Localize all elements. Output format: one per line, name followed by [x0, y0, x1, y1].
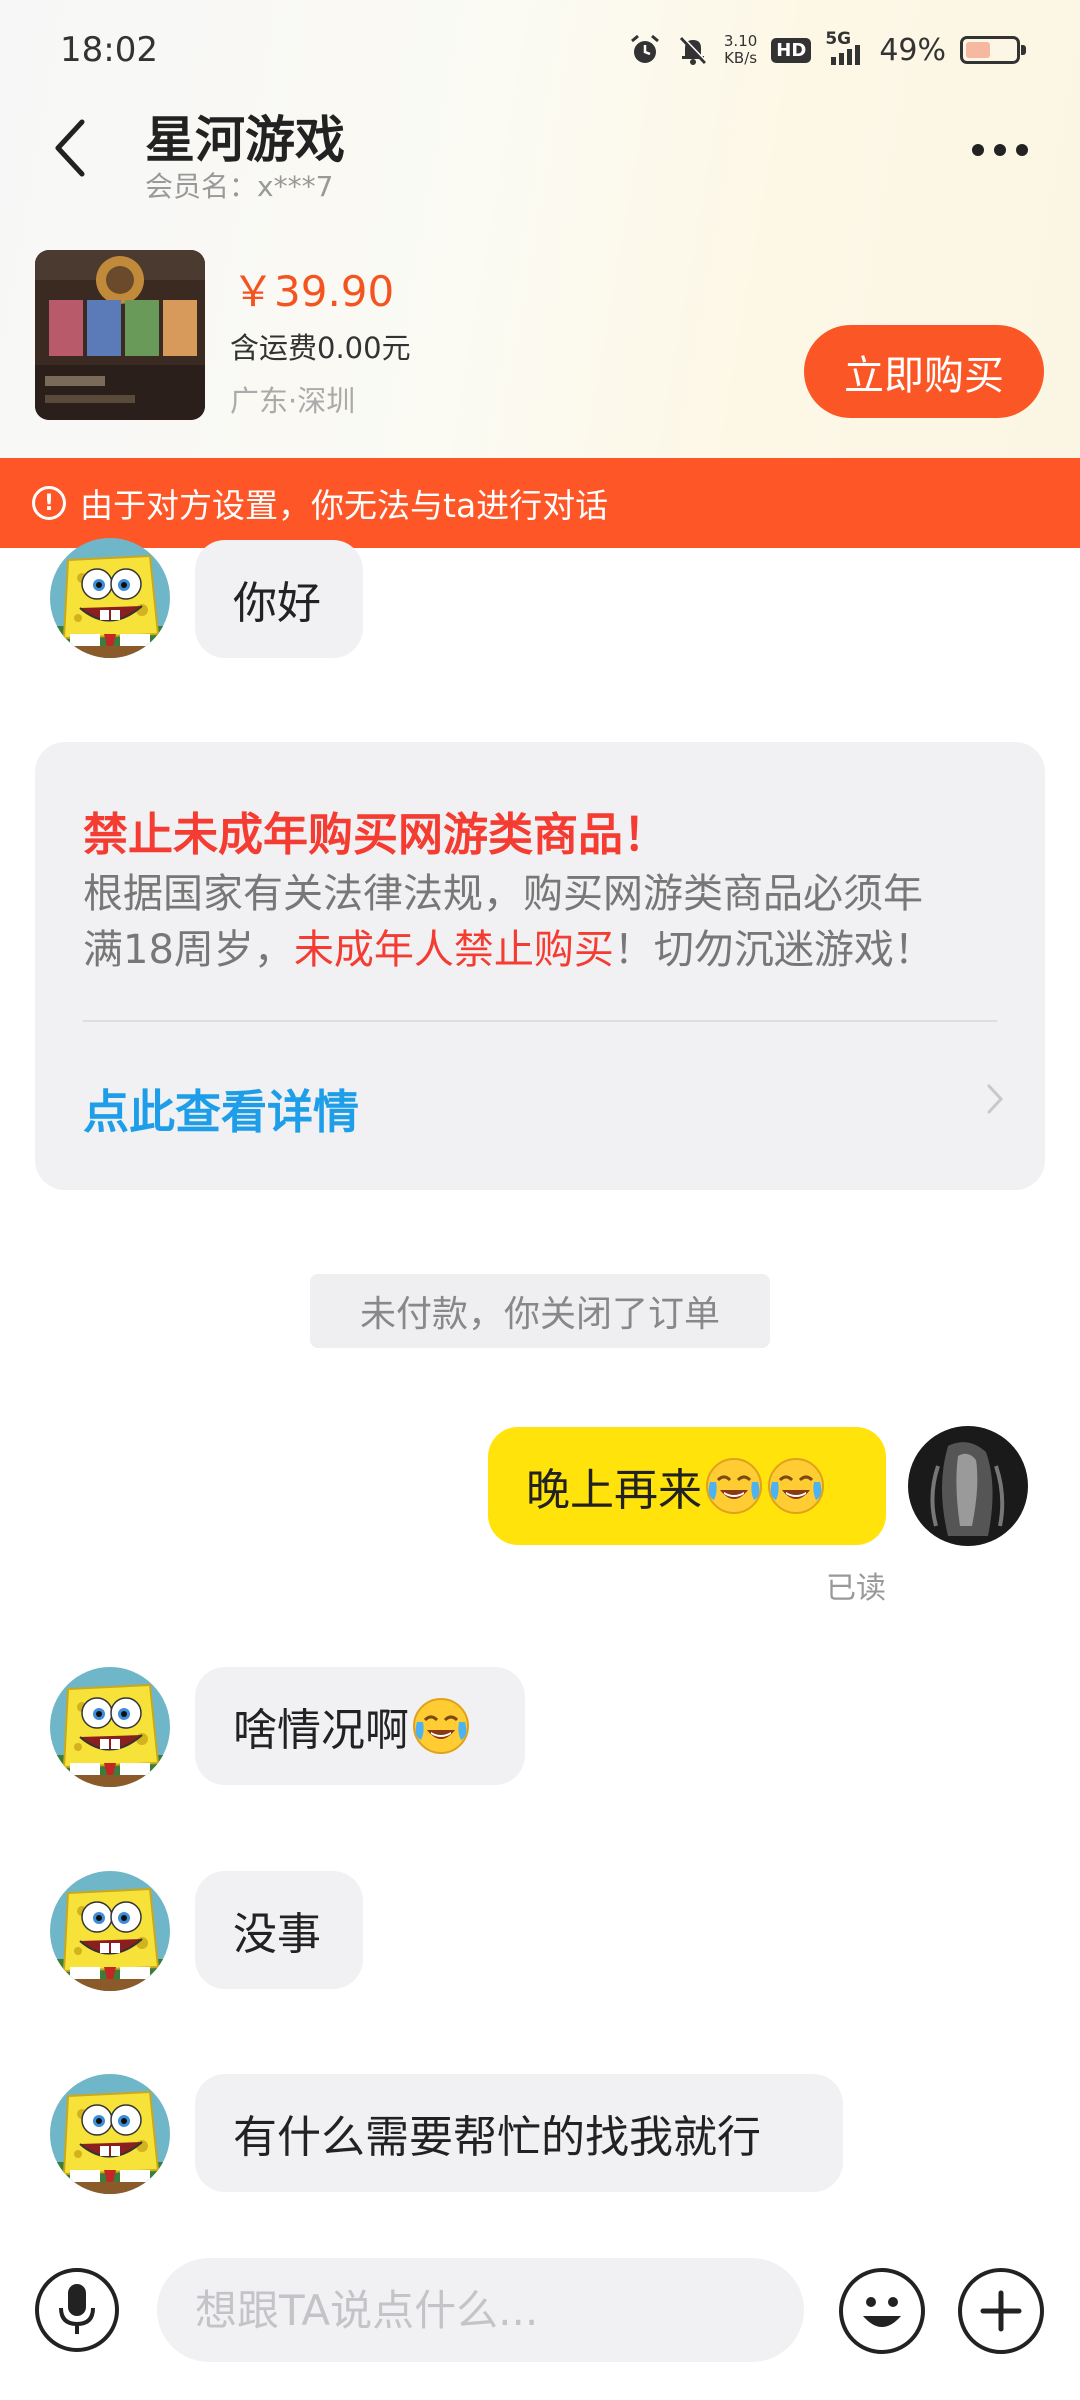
my-avatar[interactable] — [908, 1426, 1028, 1546]
notice-body-prefix: 满18周岁， — [83, 927, 294, 973]
notice-body-highlight: 未成年人禁止购买 — [293, 927, 614, 973]
status-icons: 3.10 KB/s HD 5G 49% — [628, 28, 1026, 72]
hd-icon: HD — [771, 37, 812, 63]
seller-avatar[interactable] — [50, 2074, 170, 2194]
more-dot-icon — [972, 144, 984, 156]
seller-avatar[interactable] — [50, 1667, 170, 1787]
signal-icon: 5G — [825, 29, 865, 65]
notice-divider — [83, 1020, 997, 1022]
plus-icon — [980, 2290, 1022, 2332]
message-bubble[interactable]: 有什么需要帮忙的找我就行 — [195, 2074, 843, 2192]
product-thumbnail[interactable] — [35, 250, 205, 420]
buy-now-button[interactable]: 立即购买 — [804, 325, 1044, 418]
system-message: 未付款，你关闭了订单 — [310, 1274, 770, 1348]
notice-body: 根据国家有关法律法规，购买网游类商品必须年 满18周岁，未成年人禁止购买！切勿沉… — [83, 866, 993, 978]
alert-circle-icon: ! — [32, 486, 66, 520]
battery-percent: 49% — [879, 32, 946, 68]
chevron-right-icon[interactable] — [985, 1082, 1005, 1116]
notice-title: 禁止未成年购买网游类商品！ — [83, 808, 669, 861]
seller-avatar[interactable] — [50, 538, 170, 658]
shop-title[interactable]: 星河游戏 — [145, 100, 345, 172]
warning-banner: ! 由于对方设置，你无法与ta进行对话 — [0, 458, 1080, 548]
net-speed: 3.10 KB/s — [724, 33, 757, 67]
voice-input-button[interactable] — [35, 2268, 119, 2352]
alarm-icon — [630, 34, 659, 63]
notice-body-suffix: ！切勿沉迷游戏！ — [613, 927, 934, 973]
notice-body-line1: 根据国家有关法律法规，购买网游类商品必须年 — [83, 871, 923, 917]
status-bar: 18:02 3.10 KB/s HD 5G 49% — [0, 0, 1080, 100]
minor-purchase-notice-card: 禁止未成年购买网游类商品！ 根据国家有关法律法规，购买网游类商品必须年 满18周… — [35, 742, 1045, 1190]
crying-laughing-emoji-icon — [411, 1696, 471, 1756]
chevron-left-icon — [55, 119, 85, 177]
crying-laughing-emoji-icon — [704, 1456, 764, 1516]
view-details-link[interactable]: 点此查看详情 — [83, 1076, 359, 1142]
message-bubble[interactable]: 啥情况啊 — [195, 1667, 525, 1785]
network-type: 5G — [825, 29, 852, 49]
more-actions-button[interactable] — [958, 2268, 1044, 2354]
read-status: 已读 — [826, 1571, 886, 1606]
emoji-button[interactable] — [839, 2268, 925, 2354]
message-bubble[interactable]: 你好 — [195, 540, 363, 658]
back-button[interactable] — [40, 108, 100, 188]
message-bubble[interactable]: 没事 — [195, 1871, 363, 1989]
status-time: 18:02 — [60, 30, 158, 70]
more-dot-icon — [994, 144, 1006, 156]
message-text: 晚上再来 — [526, 1465, 702, 1516]
mute-bell-icon — [679, 36, 708, 65]
notice-body-line2: 满18周岁，未成年人禁止购买！切勿沉迷游戏！ — [83, 922, 993, 978]
warning-banner-text: 由于对方设置，你无法与ta进行对话 — [80, 486, 609, 525]
seller-avatar[interactable] — [50, 1871, 170, 1991]
net-speed-value: 3.10 — [723, 32, 758, 50]
more-options-button[interactable] — [960, 128, 1040, 172]
shipping-fee: 含运费0.00元 — [230, 331, 411, 365]
microphone-icon — [59, 2284, 95, 2334]
battery-icon — [960, 36, 1026, 64]
net-speed-unit: KB/s — [724, 49, 758, 67]
message-text: 没事 — [233, 1909, 321, 1960]
crying-laughing-emoji-icon — [766, 1456, 826, 1516]
more-dot-icon — [1016, 144, 1028, 156]
message-input[interactable] — [157, 2258, 804, 2362]
message-text: 啥情况啊 — [233, 1705, 409, 1756]
message-text: 有什么需要帮忙的找我就行 — [233, 2112, 761, 2163]
my-message-bubble[interactable]: 晚上再来 — [488, 1427, 886, 1545]
message-text: 你好 — [233, 578, 321, 629]
smiley-icon — [863, 2297, 901, 2327]
product-price: ￥39.90 — [232, 267, 395, 316]
seller-location: 广东·深圳 — [230, 384, 356, 418]
product-image — [35, 250, 205, 420]
member-name: 会员名：x***7 — [145, 170, 334, 203]
